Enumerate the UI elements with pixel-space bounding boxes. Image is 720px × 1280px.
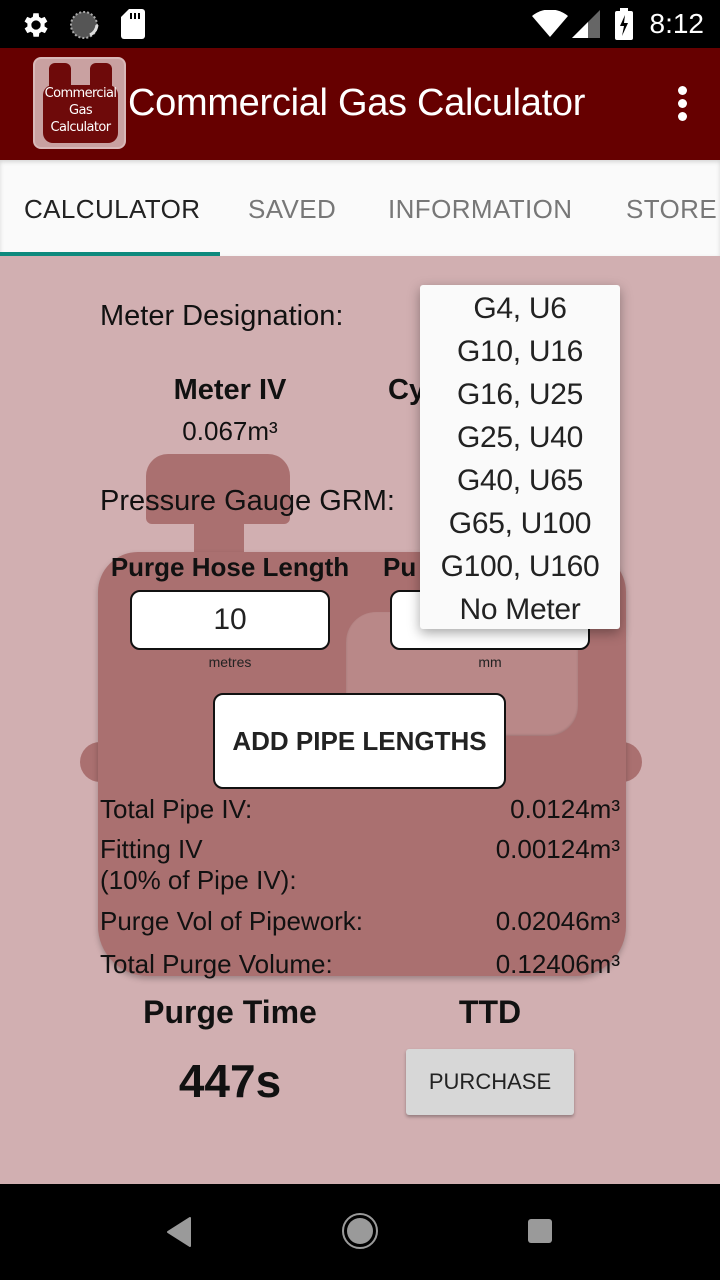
purge-vol-pipework-label: Purge Vol of Pipework: bbox=[100, 906, 364, 936]
dropdown-option[interactable]: G100, U160 bbox=[420, 545, 620, 588]
back-icon[interactable] bbox=[166, 1216, 194, 1248]
purge-hose-diameter-unit: mm bbox=[478, 654, 502, 670]
battery-charging-icon bbox=[615, 8, 633, 40]
sync-icon bbox=[70, 11, 99, 39]
total-purge-volume-label: Total Purge Volume: bbox=[100, 949, 333, 979]
purge-hose-length-heading: Purge Hose Length bbox=[110, 552, 350, 582]
purchase-button[interactable]: PURCHASE bbox=[406, 1049, 574, 1115]
tab-bar: CALCULATOR SAVED INFORMATION STORE bbox=[0, 160, 720, 256]
dropdown-option[interactable]: G16, U25 bbox=[420, 373, 620, 416]
total-pipe-iv-value: 0.0124m³ bbox=[510, 794, 620, 824]
dropdown-option[interactable]: G4, U6 bbox=[420, 287, 620, 330]
purge-time-value: 447s bbox=[178, 1055, 282, 1107]
purge-time-heading: Purge Time bbox=[143, 994, 317, 1030]
total-purge-volume-value: 0.12406m³ bbox=[495, 949, 620, 979]
app-bar: Commercial Gas Calculator Commercial Gas… bbox=[0, 48, 720, 160]
home-icon[interactable] bbox=[341, 1212, 379, 1250]
meter-iv-heading: Meter IV bbox=[173, 374, 287, 406]
meter-designation-dropdown: G4, U6 G10, U16 G16, U25 G25, U40 G40, U… bbox=[420, 285, 620, 629]
status-time: 8:12 bbox=[649, 8, 705, 39]
logo-text-line: Commercial bbox=[44, 86, 117, 101]
signal-icon bbox=[572, 10, 600, 38]
app-title: Commercial Gas Calculator bbox=[128, 82, 586, 124]
dropdown-option[interactable]: G40, U65 bbox=[420, 459, 620, 502]
app-logo: Commercial Gas Calculator bbox=[33, 57, 126, 149]
tab-store[interactable]: STORE bbox=[626, 194, 717, 225]
tab-saved[interactable]: SAVED bbox=[248, 194, 336, 225]
dropdown-option[interactable]: No Meter bbox=[420, 588, 620, 631]
recents-icon[interactable] bbox=[527, 1218, 553, 1244]
purge-hose-diameter-heading: Pu bbox=[383, 552, 417, 582]
meter-iv-value: 0.067m³ bbox=[182, 416, 278, 446]
pressure-gauge-label: Pressure Gauge GRM: bbox=[100, 485, 395, 517]
fitting-iv-label: Fitting IV (10% of Pipe IV): bbox=[100, 834, 297, 895]
more-vert-icon[interactable] bbox=[678, 86, 688, 122]
dropdown-option[interactable]: G25, U40 bbox=[420, 416, 620, 459]
logo-text-line: Gas bbox=[68, 103, 93, 118]
logo-text: Commercial Gas Calculator bbox=[35, 85, 124, 136]
navigation-bar bbox=[0, 1184, 720, 1280]
sd-card-icon bbox=[121, 9, 145, 39]
purge-vol-pipework-value: 0.02046m³ bbox=[495, 906, 620, 936]
tab-calculator[interactable]: CALCULATOR bbox=[24, 194, 200, 225]
status-bar: 8:12 bbox=[0, 0, 720, 48]
total-pipe-iv-label: Total Pipe IV: bbox=[100, 794, 253, 824]
add-pipe-lengths-button[interactable]: ADD PIPE LENGTHS bbox=[213, 693, 506, 789]
wifi-icon bbox=[532, 10, 568, 37]
fitting-iv-value: 0.00124m³ bbox=[495, 834, 620, 864]
settings-icon bbox=[24, 13, 48, 37]
logo-text-line: Calculator bbox=[50, 120, 111, 135]
purge-hose-length-unit: metres bbox=[208, 654, 252, 670]
tab-information[interactable]: INFORMATION bbox=[388, 194, 572, 225]
dropdown-option[interactable]: G65, U100 bbox=[420, 502, 620, 545]
ttd-heading: TTD bbox=[458, 994, 522, 1030]
meter-designation-label: Meter Designation: bbox=[100, 300, 344, 332]
purge-hose-length-input[interactable]: 10 bbox=[130, 590, 330, 650]
dropdown-option[interactable]: G10, U16 bbox=[420, 330, 620, 373]
